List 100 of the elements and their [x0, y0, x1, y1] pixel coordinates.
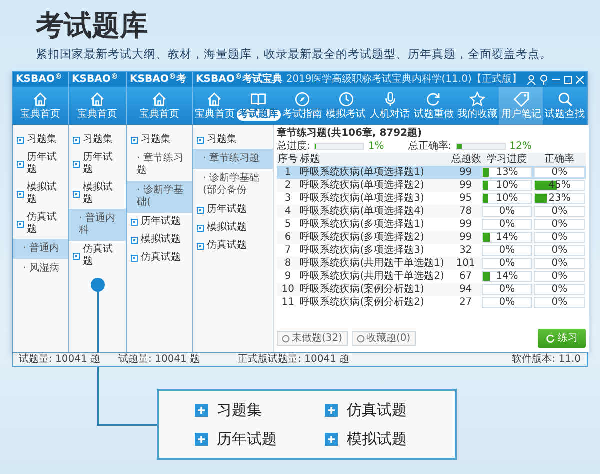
table-cell: 99 [450, 231, 481, 244]
sidebar-item[interactable]: 习题集 [127, 131, 192, 150]
sidebar-item[interactable]: 习题集 [193, 131, 273, 150]
maximize-icon[interactable] [564, 76, 572, 84]
home-icon [32, 91, 49, 108]
sidebar-subitem[interactable]: · 诊断学基础( [127, 181, 192, 214]
plus-icon [195, 432, 208, 446]
percent-text: 14% [496, 271, 518, 282]
category-label: 模拟试题 [347, 428, 407, 450]
close-icon[interactable] [576, 76, 584, 84]
toolbar-button[interactable]: 试题查找 [543, 87, 588, 126]
sidebar-subitem[interactable]: · 章节练习题 [193, 149, 273, 170]
toolbar-button[interactable]: 宝典首页 [193, 87, 237, 126]
percent-text: 0% [499, 284, 516, 296]
table-cell: 67 [450, 270, 481, 284]
table-cell: 9 [277, 270, 300, 284]
sidebar-item[interactable]: 模拟试题 [13, 179, 68, 210]
column-header: 序号 [277, 153, 300, 166]
toolbar-button[interactable]: 考试题库 [236, 87, 281, 126]
star-icon [469, 91, 486, 108]
sidebar-item[interactable]: 仿真试题 [13, 209, 68, 240]
table-row[interactable]: 呼吸系统疾病(多项选择题2) [299, 231, 451, 244]
table-cell: 2 [277, 179, 300, 192]
percent-text: 0% [499, 219, 516, 230]
table-row[interactable]: 呼吸系统疾病(多项选择题3) [299, 244, 451, 258]
sidebar-subitem[interactable]: · 普通内 [13, 239, 68, 260]
status-text: 试题量: 10041 题 [19, 353, 101, 366]
filter-button[interactable]: 未做题(32) [277, 331, 348, 346]
home-icon [151, 91, 168, 108]
table-row[interactable]: 呼吸系统疾病(多项选择题1) [299, 218, 451, 232]
home-icon [206, 91, 224, 108]
table-row[interactable]: 呼吸系统疾病(案例分析题1) [299, 283, 451, 296]
table-cell: 7 [277, 244, 300, 258]
percent-text: 0% [552, 271, 568, 282]
square-icon [131, 218, 138, 226]
tag-icon [512, 91, 530, 108]
sidebar-item[interactable]: 历年试题 [193, 201, 273, 220]
table-cell: 32 [450, 244, 481, 258]
table-cell: 11 [277, 296, 300, 310]
percent-text: 10% [496, 193, 518, 204]
table-cell: 99 [450, 179, 481, 192]
toolbar-button[interactable]: 考试指南 [280, 87, 324, 126]
toolbar-button[interactable]: 宝典首页 [127, 87, 192, 126]
panel-heading: 章节练习题(共106章, 8792题) [277, 127, 424, 140]
toolbar-button[interactable]: 模拟考试 [324, 87, 368, 126]
table-row[interactable]: 呼吸系统疾病(单项选择题3) [299, 192, 451, 206]
sidebar-item[interactable]: 历年试题 [13, 149, 68, 180]
sidebar-item[interactable]: 模拟试题 [127, 231, 192, 250]
sidebar-item[interactable]: 历年试题 [69, 149, 126, 180]
sidebar-subitem[interactable]: · 普通内科 [69, 209, 126, 242]
plus-icon [325, 404, 338, 417]
table-row[interactable]: 呼吸系统疾病(单项选择题2) [299, 179, 451, 192]
toolbar-button[interactable]: 宝典首页 [69, 87, 126, 126]
table-cell: 95 [450, 192, 481, 206]
sidebar-subitem[interactable]: · 风湿病 [13, 259, 68, 280]
progress-value: 1% [368, 140, 384, 154]
sidebar-item[interactable]: 习题集 [69, 131, 126, 150]
table-cell: 1 [277, 166, 300, 180]
toolbar-button[interactable]: 我的收藏 [456, 87, 500, 126]
filter-button[interactable]: 收藏题(0) [352, 331, 416, 346]
square-icon [73, 136, 80, 144]
sidebar-subitem[interactable]: · 诊断学基础(部分备份 [193, 169, 273, 202]
table-cell: 99 [450, 166, 481, 180]
pin-icon[interactable] [540, 74, 548, 85]
square-icon [17, 190, 24, 198]
sidebar-subitem[interactable]: · 章节练习题 [127, 149, 192, 182]
square-icon [17, 160, 24, 168]
sidebar-item[interactable]: 历年试题 [127, 213, 192, 232]
toolbar-button[interactable]: 宝典首页 [13, 87, 68, 126]
circle-icon [282, 334, 290, 343]
category-label: 仿真试题 [347, 400, 407, 422]
square-icon [73, 252, 80, 260]
window-title: KSBAO$^{®}$考 [130, 72, 186, 88]
table-row[interactable]: 呼吸系统疾病(单项选择题1) [299, 166, 451, 180]
toolbar-button[interactable]: 人机对话 [368, 87, 412, 126]
sidebar-item[interactable]: 模拟试题 [193, 219, 273, 238]
sidebar-item[interactable]: 仿真试题 [127, 249, 192, 268]
percent-text: 0% [552, 258, 568, 270]
window-title: KSBAO$^{®}$考试宝典 [196, 72, 282, 88]
table-cell: 8 [277, 257, 300, 270]
column-header: 正确率 [533, 153, 586, 166]
table-row[interactable]: 呼吸系统疾病(单项选择题4) [299, 205, 451, 218]
table-row[interactable]: 呼吸系统疾病(共用题干单选题2) [299, 270, 451, 284]
toolbar-button[interactable]: 试题重做 [412, 87, 456, 126]
sidebar-item[interactable]: 仿真试题 [69, 241, 126, 272]
percent-text: 0% [552, 284, 568, 296]
percent-text: 0% [552, 167, 568, 178]
circle-icon [356, 334, 365, 343]
table-row[interactable]: 呼吸系统疾病(案例分析题2) [299, 296, 451, 310]
table-cell: 5 [277, 218, 300, 232]
user-icon[interactable] [527, 74, 536, 85]
table-row[interactable]: 呼吸系统疾病(共用题干单选题1) [299, 257, 451, 270]
table-cell: 4 [277, 205, 300, 218]
sidebar-item[interactable]: 习题集 [13, 131, 68, 150]
sidebar-item[interactable]: 模拟试题 [69, 179, 126, 210]
square-icon [73, 160, 80, 168]
percent-text: 0% [552, 297, 568, 308]
percent-text: 0% [499, 206, 516, 218]
sidebar-item[interactable]: 仿真试题 [193, 237, 273, 256]
version-text: 软件版本: 11.0 [512, 353, 581, 366]
